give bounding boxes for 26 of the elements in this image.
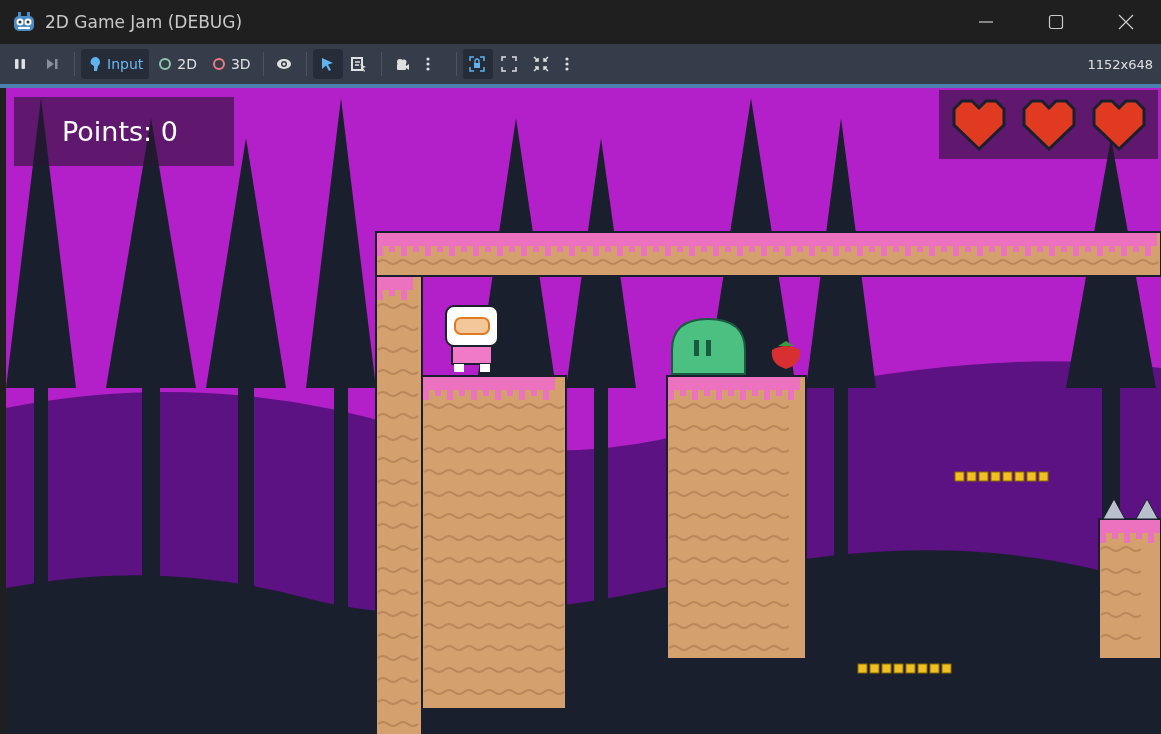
strawberry-icon xyxy=(771,341,801,369)
player-character-drawing xyxy=(445,305,499,372)
minimize-icon xyxy=(979,21,993,23)
more-icon xyxy=(564,56,569,72)
pause-icon xyxy=(12,56,28,72)
points-label: Points: 0 xyxy=(62,116,178,147)
lock-frame-button[interactable] xyxy=(462,49,493,79)
circle-3d-button[interactable]: 3D xyxy=(204,49,257,79)
expand-icon xyxy=(500,56,517,72)
maximize-icon xyxy=(1048,14,1064,30)
lock-frame-icon xyxy=(468,56,485,72)
circle-2d-icon xyxy=(157,56,174,72)
robot-logo-icon xyxy=(13,12,35,32)
resolution-label: 1152x648 xyxy=(1087,56,1153,72)
eye-icon xyxy=(275,56,292,72)
pointer-button[interactable] xyxy=(312,49,343,79)
step-icon xyxy=(44,56,60,72)
circle-3d-icon xyxy=(210,56,227,72)
input-button[interactable]: Input xyxy=(81,49,150,79)
shrink-icon xyxy=(532,56,549,72)
window-title: 2D Game Jam (DEBUG) xyxy=(45,12,244,32)
close-icon xyxy=(1118,14,1134,30)
more-icon xyxy=(425,56,430,72)
list-pointer-icon xyxy=(350,56,367,72)
spike-drawing xyxy=(1102,498,1159,520)
circle-2d-button[interactable]: 2D xyxy=(151,49,203,79)
